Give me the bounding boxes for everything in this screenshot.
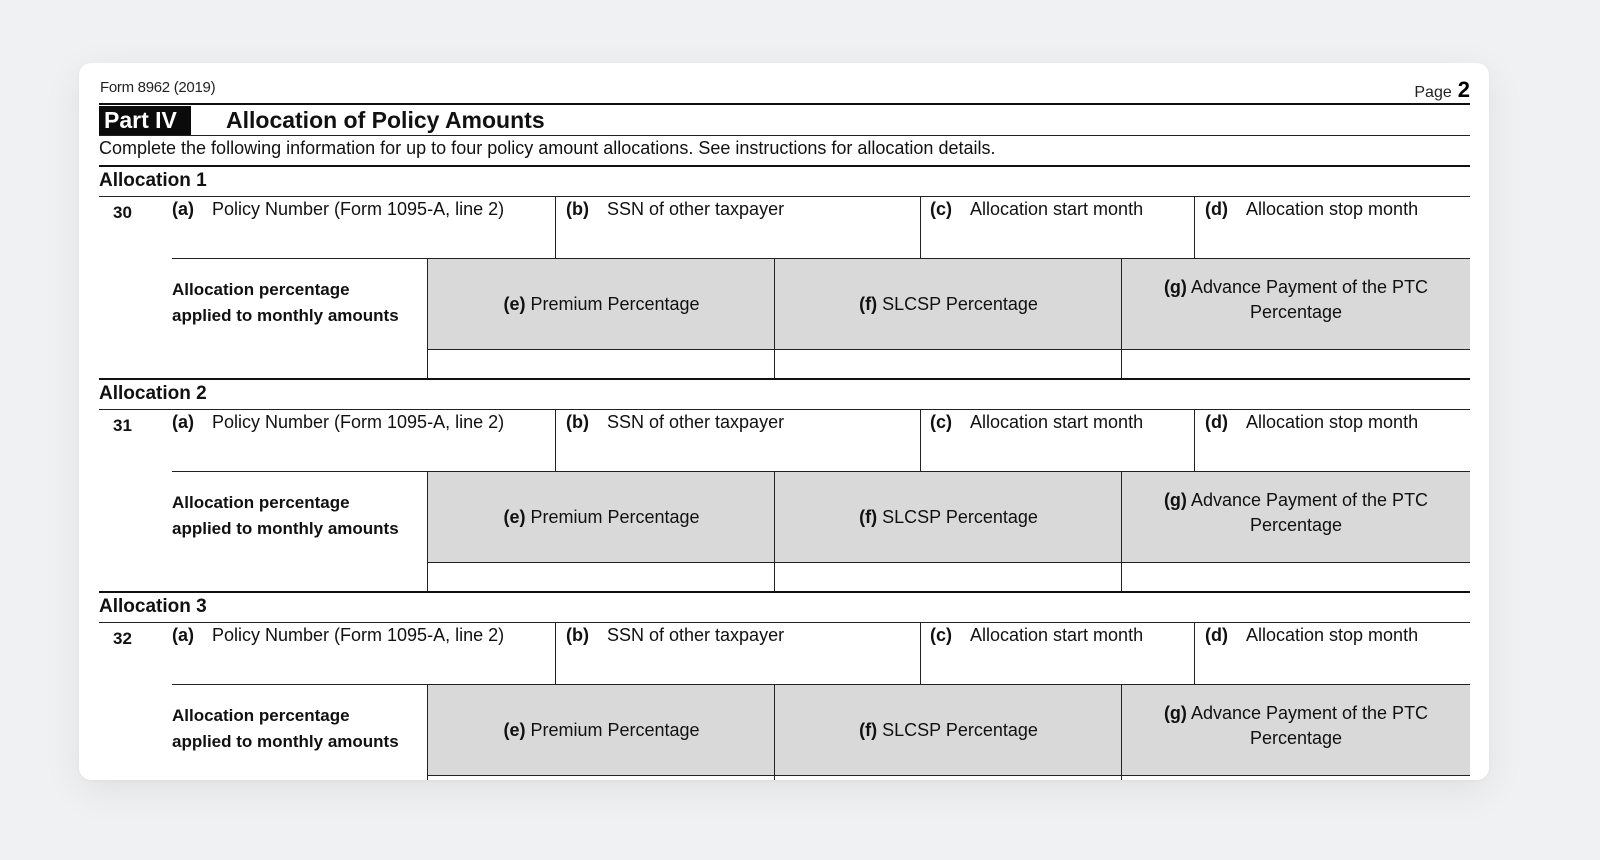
allocation-percentage-label: Allocation percentage applied to monthly… xyxy=(172,280,399,325)
advance-ptc-percentage-input[interactable] xyxy=(1122,350,1470,378)
page-number: 2 xyxy=(1457,77,1470,102)
slcsp-percentage-input[interactable] xyxy=(775,776,1121,780)
field-b-label: (b) SSN of other taxpayer xyxy=(566,199,785,219)
page-label: Page xyxy=(1414,84,1452,101)
page-indicator: Page 2 xyxy=(1414,77,1470,103)
slcsp-percentage-header: (f) SLCSP Percentage xyxy=(859,719,1038,740)
form-identifier: Form 8962 (2019) xyxy=(100,79,216,96)
allocation-percentage-label: Allocation percentage applied to monthly… xyxy=(172,493,399,538)
premium-percentage-header: (e) Premium Percentage xyxy=(503,506,700,527)
field-a-label: (a) Policy Number (Form 1095-A, line 2) xyxy=(172,412,505,432)
policy-number-input[interactable] xyxy=(172,649,555,683)
divider xyxy=(427,684,428,780)
premium-percentage-header: (e) Premium Percentage xyxy=(503,719,700,740)
divider xyxy=(1121,684,1122,780)
allocation-title: Allocation 3 xyxy=(99,596,207,617)
part-title: Allocation of Policy Amounts xyxy=(226,107,545,133)
field-d-label: (d) Allocation stop month xyxy=(1205,625,1419,645)
premium-percentage-input[interactable] xyxy=(428,776,774,780)
ssn-input[interactable] xyxy=(556,649,920,683)
line-number: 31 xyxy=(113,416,132,435)
allocation-percentage-label: Allocation percentage applied to monthly… xyxy=(172,706,399,751)
field-d-label: (d) Allocation stop month xyxy=(1205,199,1419,219)
policy-number-input[interactable] xyxy=(172,223,555,257)
field-b-label: (b) SSN of other taxpayer xyxy=(566,412,785,432)
divider xyxy=(774,684,775,780)
slcsp-percentage-header: (f) SLCSP Percentage xyxy=(859,506,1038,527)
divider xyxy=(99,378,1470,380)
advance-ptc-percentage-header: (g) Advance Payment of the PTC Percentag… xyxy=(1163,277,1429,322)
divider xyxy=(99,165,1470,167)
divider xyxy=(99,622,1470,623)
field-c-label: (c) Allocation start month xyxy=(930,412,1144,432)
policy-number-input[interactable] xyxy=(172,436,555,470)
line-number: 32 xyxy=(113,629,132,648)
start-month-input[interactable] xyxy=(921,436,1194,470)
premium-percentage-input[interactable] xyxy=(428,563,774,591)
field-b-label: (b) SSN of other taxpayer xyxy=(566,625,785,645)
slcsp-percentage-input[interactable] xyxy=(775,350,1121,378)
stop-month-input[interactable] xyxy=(1195,649,1470,683)
divider xyxy=(99,591,1470,593)
field-c-label: (c) Allocation start month xyxy=(930,625,1144,645)
stop-month-input[interactable] xyxy=(1195,223,1470,257)
advance-ptc-percentage-header: (g) Advance Payment of the PTC Percentag… xyxy=(1163,490,1429,535)
advance-ptc-percentage-input[interactable] xyxy=(1122,776,1470,780)
advance-ptc-percentage-input[interactable] xyxy=(1122,563,1470,591)
field-a-label: (a) Policy Number (Form 1095-A, line 2) xyxy=(172,199,505,219)
form-page-card: Form 8962 (2019) Page 2 Part IV Allocatio… xyxy=(79,63,1489,780)
slcsp-percentage-header: (f) SLCSP Percentage xyxy=(859,293,1038,314)
allocation-title: Allocation 1 xyxy=(99,170,207,191)
premium-percentage-input[interactable] xyxy=(428,350,774,378)
line-number: 30 xyxy=(113,203,132,222)
divider xyxy=(99,135,1470,136)
premium-percentage-header: (e) Premium Percentage xyxy=(503,293,700,314)
start-month-input[interactable] xyxy=(921,223,1194,257)
start-month-input[interactable] xyxy=(921,649,1194,683)
field-d-label: (d) Allocation stop month xyxy=(1205,412,1419,432)
part-description: Complete the following information for u… xyxy=(99,138,996,158)
divider xyxy=(99,103,1470,105)
allocation-title: Allocation 2 xyxy=(99,383,207,404)
part-badge: Part IV xyxy=(99,106,191,135)
slcsp-percentage-input[interactable] xyxy=(775,563,1121,591)
advance-ptc-percentage-header: (g) Advance Payment of the PTC Percentag… xyxy=(1163,703,1429,748)
divider xyxy=(99,196,1470,197)
field-c-label: (c) Allocation start month xyxy=(930,199,1144,219)
stop-month-input[interactable] xyxy=(1195,436,1470,470)
ssn-input[interactable] xyxy=(556,223,920,257)
ssn-input[interactable] xyxy=(556,436,920,470)
divider xyxy=(99,409,1470,410)
field-a-label: (a) Policy Number (Form 1095-A, line 2) xyxy=(172,625,505,645)
